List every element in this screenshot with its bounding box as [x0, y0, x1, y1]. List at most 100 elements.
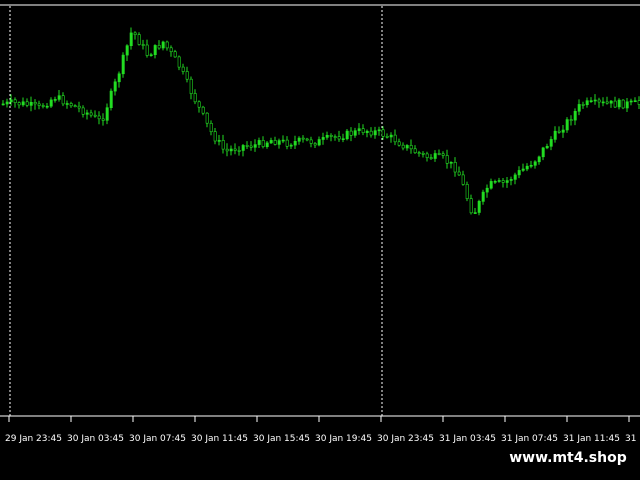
candle-body [409, 145, 413, 150]
candle-body [477, 201, 481, 213]
candle-body [97, 115, 101, 120]
candle-body [361, 128, 365, 133]
candle-body [333, 136, 337, 138]
candle-body [105, 107, 109, 121]
candle-body [529, 165, 533, 167]
candle-body [517, 170, 521, 176]
candle-body [237, 150, 241, 152]
candle-body [73, 105, 77, 107]
candle-body [125, 45, 129, 56]
candle-body [337, 136, 341, 140]
candle-body [465, 184, 469, 199]
x-tick-label: 29 Jan 23:45 [5, 434, 62, 444]
candle-body [609, 100, 613, 104]
candle-body [221, 140, 225, 150]
price-chart[interactable]: 29 Jan 23:45 30 Jan 03:45 30 Jan 07:45 30 J… [0, 0, 640, 452]
candle-body [613, 100, 617, 108]
candle-body [313, 143, 317, 146]
candle-body [481, 191, 485, 202]
x-tick-label: 30 Jan 15:45 [253, 434, 310, 444]
candle-body [369, 130, 373, 136]
candle-body [29, 102, 33, 106]
candle-body [473, 212, 477, 214]
candle-body [381, 129, 385, 137]
candle-body [297, 137, 301, 142]
candle-body [53, 99, 57, 101]
x-tick-label: 30 Jan 23:45 [377, 434, 434, 444]
candle-body [601, 101, 605, 104]
candle-body [265, 142, 269, 147]
candle-body [253, 144, 257, 148]
candle-body [417, 152, 421, 154]
candle-body [277, 140, 281, 145]
candle-body [385, 136, 389, 138]
candle-body [61, 95, 65, 105]
candle-body [437, 153, 441, 155]
candle-body [213, 131, 217, 142]
x-tick-label: 31 Jan 03:45 [439, 434, 496, 444]
candle-body [497, 180, 501, 182]
candle-body [509, 179, 513, 181]
candle-body [281, 139, 285, 142]
candle-body [617, 99, 621, 108]
candle-body [33, 102, 37, 105]
candle-body [349, 130, 353, 136]
candle-body [321, 137, 325, 140]
candle-body [569, 119, 573, 121]
candle-body [553, 130, 557, 140]
candle-body [41, 105, 45, 107]
candle-body [545, 146, 549, 149]
candle-body [621, 99, 625, 109]
candle-body [129, 32, 133, 47]
x-tick-label: 31 Jan 11:45 [563, 434, 620, 444]
candle-body [5, 101, 9, 105]
x-axis-ticks: 29 Jan 23:45 30 Jan 03:45 30 Jan 07:45 30 J… [5, 416, 636, 444]
candle-body [441, 153, 445, 156]
candle-body [189, 78, 193, 94]
candle-body [261, 140, 265, 147]
candle-body [341, 138, 345, 140]
candle-body [469, 198, 473, 214]
candle-body [413, 148, 417, 154]
candle-body [149, 54, 153, 57]
candle-body [245, 145, 249, 147]
candle-body [345, 130, 349, 140]
candle-body [165, 41, 169, 49]
x-tick-label: 31 Jan 07:45 [501, 434, 558, 444]
candle-body [45, 105, 49, 108]
candle-body [393, 134, 397, 143]
candle-body [89, 112, 93, 116]
candle-body [301, 137, 305, 140]
candle-body [21, 101, 25, 106]
x-tick-label: 30 Jan 07:45 [129, 434, 186, 444]
candle-body [445, 155, 449, 164]
candlestick-chart-svg: 29 Jan 23:45 30 Jan 03:45 30 Jan 07:45 30 J… [0, 4, 640, 444]
candle-body [217, 140, 221, 142]
candle-body [197, 101, 201, 108]
candle-body [561, 129, 565, 133]
candle-body [69, 103, 73, 107]
candle-body [397, 141, 401, 146]
candle-body [185, 71, 189, 80]
candle-body [137, 34, 141, 45]
candle-body [229, 148, 233, 152]
candle-body [493, 181, 497, 183]
candle-body [133, 32, 137, 35]
candle-body [121, 54, 125, 75]
candle-body [533, 161, 537, 166]
candle-body [161, 41, 165, 49]
candle-body [541, 147, 545, 158]
candle-body [173, 51, 177, 58]
candle-body [49, 99, 53, 107]
candle-body [605, 101, 609, 104]
candle-body [209, 123, 213, 133]
candle-body [513, 174, 517, 180]
candle-body [25, 101, 29, 106]
candle-body [325, 135, 329, 138]
candle-body [241, 145, 245, 151]
candle-body [57, 95, 61, 100]
candle-body [505, 180, 509, 183]
candle-body [401, 144, 405, 149]
candle-body [177, 56, 181, 68]
candle-body [625, 101, 629, 109]
